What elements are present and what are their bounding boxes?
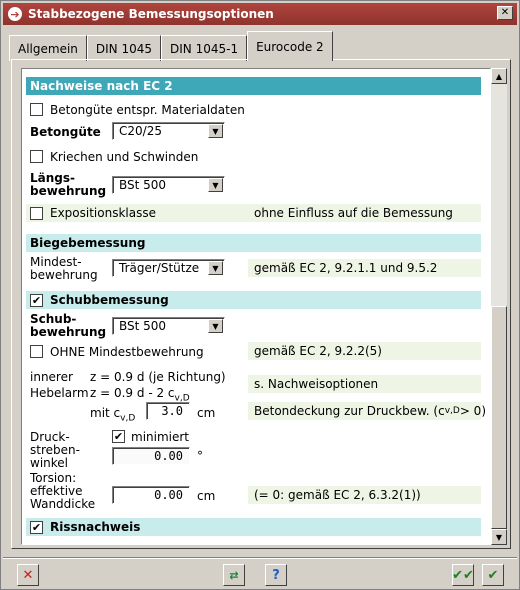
schub-bew-label-2: bewehrung <box>30 325 107 339</box>
tab-eurocode-2[interactable]: Eurocode 2 <box>247 31 333 61</box>
kriechen-checkbox[interactable] <box>30 150 43 163</box>
minimiert-label: minimiert <box>131 430 190 444</box>
transfer-icon: ⇄ <box>229 568 239 582</box>
mindest-label-2: bewehrung <box>30 268 98 282</box>
mit-label: mit cv,D <box>90 406 136 424</box>
druck-label-2: streben- <box>30 443 80 457</box>
riss-checkbox[interactable]: ✔ <box>30 521 43 534</box>
schub-bew-label-1: Schub- <box>30 312 77 326</box>
dialog-window: ➔ Stabbezogene Bemessungsoptionen ✕ Allg… <box>0 0 520 590</box>
hebel-note: s. Nachweisoptionen <box>248 375 481 393</box>
cvd-note: Betondeckung zur Druckbew. (c v,D > 0) <box>248 402 486 420</box>
cvd-unit: cm <box>197 406 216 420</box>
betongute-checkbox[interactable] <box>30 103 43 116</box>
ohne-note: gemäß EC 2, 9.2.2(5) <box>248 342 481 360</box>
exposition-label: Expositionsklasse <box>50 206 156 220</box>
biege-note: gemäß EC 2, 9.2.1.1 und 9.5.2 <box>248 259 481 277</box>
mindest-label-1: Mindest- <box>30 255 82 269</box>
apply-all-icon: ✔✔ <box>452 567 474 583</box>
ohne-label: OHNE Mindestbewehrung <box>50 345 204 359</box>
minimiert-checkbox[interactable]: ✔ <box>112 430 125 443</box>
kriechen-label: Kriechen und Schwinden <box>50 150 199 164</box>
help-button[interactable]: ? <box>265 564 287 586</box>
ok-check-icon: ✔ <box>487 567 499 583</box>
tors-label-3: Wanddicke <box>30 497 96 511</box>
scroll-down-icon[interactable]: ▼ <box>491 529 507 545</box>
tors-label-1: Torsion: <box>30 471 77 485</box>
chevron-down-icon[interactable]: ▼ <box>208 178 223 192</box>
ohne-checkbox[interactable] <box>30 345 43 358</box>
druck-label-1: Druck- <box>30 430 70 444</box>
options-scroll-area: Nachweise nach EC 2 Betongüte entspr. Ma… <box>21 68 491 545</box>
winkel-input[interactable]: 0.00 <box>112 447 190 465</box>
tors-label-2: effektive <box>30 484 83 498</box>
tors-note: (= 0: gemäß EC 2, 6.3.2(1)) <box>248 486 481 504</box>
betongute-value: C20/25 <box>119 124 162 138</box>
tab-bar: Allgemein DIN 1045 DIN 1045-1 Eurocode 2 <box>9 31 333 61</box>
help-icon: ? <box>272 567 280 583</box>
chevron-down-icon[interactable]: ▼ <box>208 124 223 138</box>
schub-bew-select[interactable]: BSt 500 ▼ <box>112 317 225 335</box>
laengs-select[interactable]: BSt 500 ▼ <box>112 176 225 194</box>
hebel-label-2: Hebelarm <box>30 386 89 400</box>
tors-input[interactable]: 0.00 <box>112 486 190 504</box>
tors-unit: cm <box>197 489 216 503</box>
laengs-value: BSt 500 <box>119 178 167 192</box>
ok-button[interactable]: ✔ <box>482 564 504 586</box>
vertical-scrollbar[interactable]: ▲ ▼ <box>491 68 507 545</box>
chevron-down-icon[interactable]: ▼ <box>208 261 223 275</box>
schub-bew-value: BSt 500 <box>119 319 167 333</box>
app-arrow-icon: ➔ <box>8 7 22 21</box>
cvd-input[interactable]: 3.0 <box>146 402 190 420</box>
section-header-schub: Schubbemessung <box>26 291 481 309</box>
hebel-label-1: innerer <box>30 370 73 384</box>
laengs-label-2: bewehrung <box>30 184 107 198</box>
apply-all-button[interactable]: ✔✔ <box>452 564 474 586</box>
betongute-label: Betongüte <box>30 125 101 139</box>
z-line-1: z = 0.9 d (je Richtung) <box>90 370 226 384</box>
section-header-ec2: Nachweise nach EC 2 <box>26 77 481 95</box>
tab-din-1045[interactable]: DIN 1045 <box>86 35 161 61</box>
scrollbar-thumb[interactable] <box>491 306 507 529</box>
schub-checkbox[interactable]: ✔ <box>30 294 43 307</box>
scroll-up-icon[interactable]: ▲ <box>491 68 507 84</box>
laengs-label-1: Längs- <box>30 171 75 185</box>
footer-separator <box>3 557 517 559</box>
betongute-checkbox-label: Betongüte entspr. Materialdaten <box>50 103 245 117</box>
transfer-button[interactable]: ⇄ <box>223 564 245 586</box>
title-bar: ➔ Stabbezogene Bemessungsoptionen ✕ <box>3 3 517 25</box>
window-title: Stabbezogene Bemessungsoptionen <box>28 7 274 21</box>
druck-label-3: winkel <box>30 456 68 470</box>
cancel-button[interactable]: ✕ <box>17 564 39 586</box>
section-header-biege: Biegebemessung <box>26 234 481 252</box>
exposition-note: ohne Einfluss auf die Bemessung <box>254 206 453 220</box>
mindest-select[interactable]: Träger/Stütze ▼ <box>112 259 225 277</box>
exposition-checkbox[interactable] <box>30 207 43 220</box>
chevron-down-icon[interactable]: ▼ <box>208 319 223 333</box>
cancel-x-icon: ✕ <box>22 567 34 583</box>
mindest-value: Träger/Stütze <box>119 261 200 275</box>
winkel-unit: ° <box>197 449 203 463</box>
tab-allgemein[interactable]: Allgemein <box>9 35 87 61</box>
close-button[interactable]: ✕ <box>497 6 513 20</box>
tab-din-1045-1[interactable]: DIN 1045-1 <box>161 35 248 61</box>
section-header-riss: Rissnachweis <box>26 518 481 536</box>
betongute-select[interactable]: C20/25 ▼ <box>112 122 225 140</box>
